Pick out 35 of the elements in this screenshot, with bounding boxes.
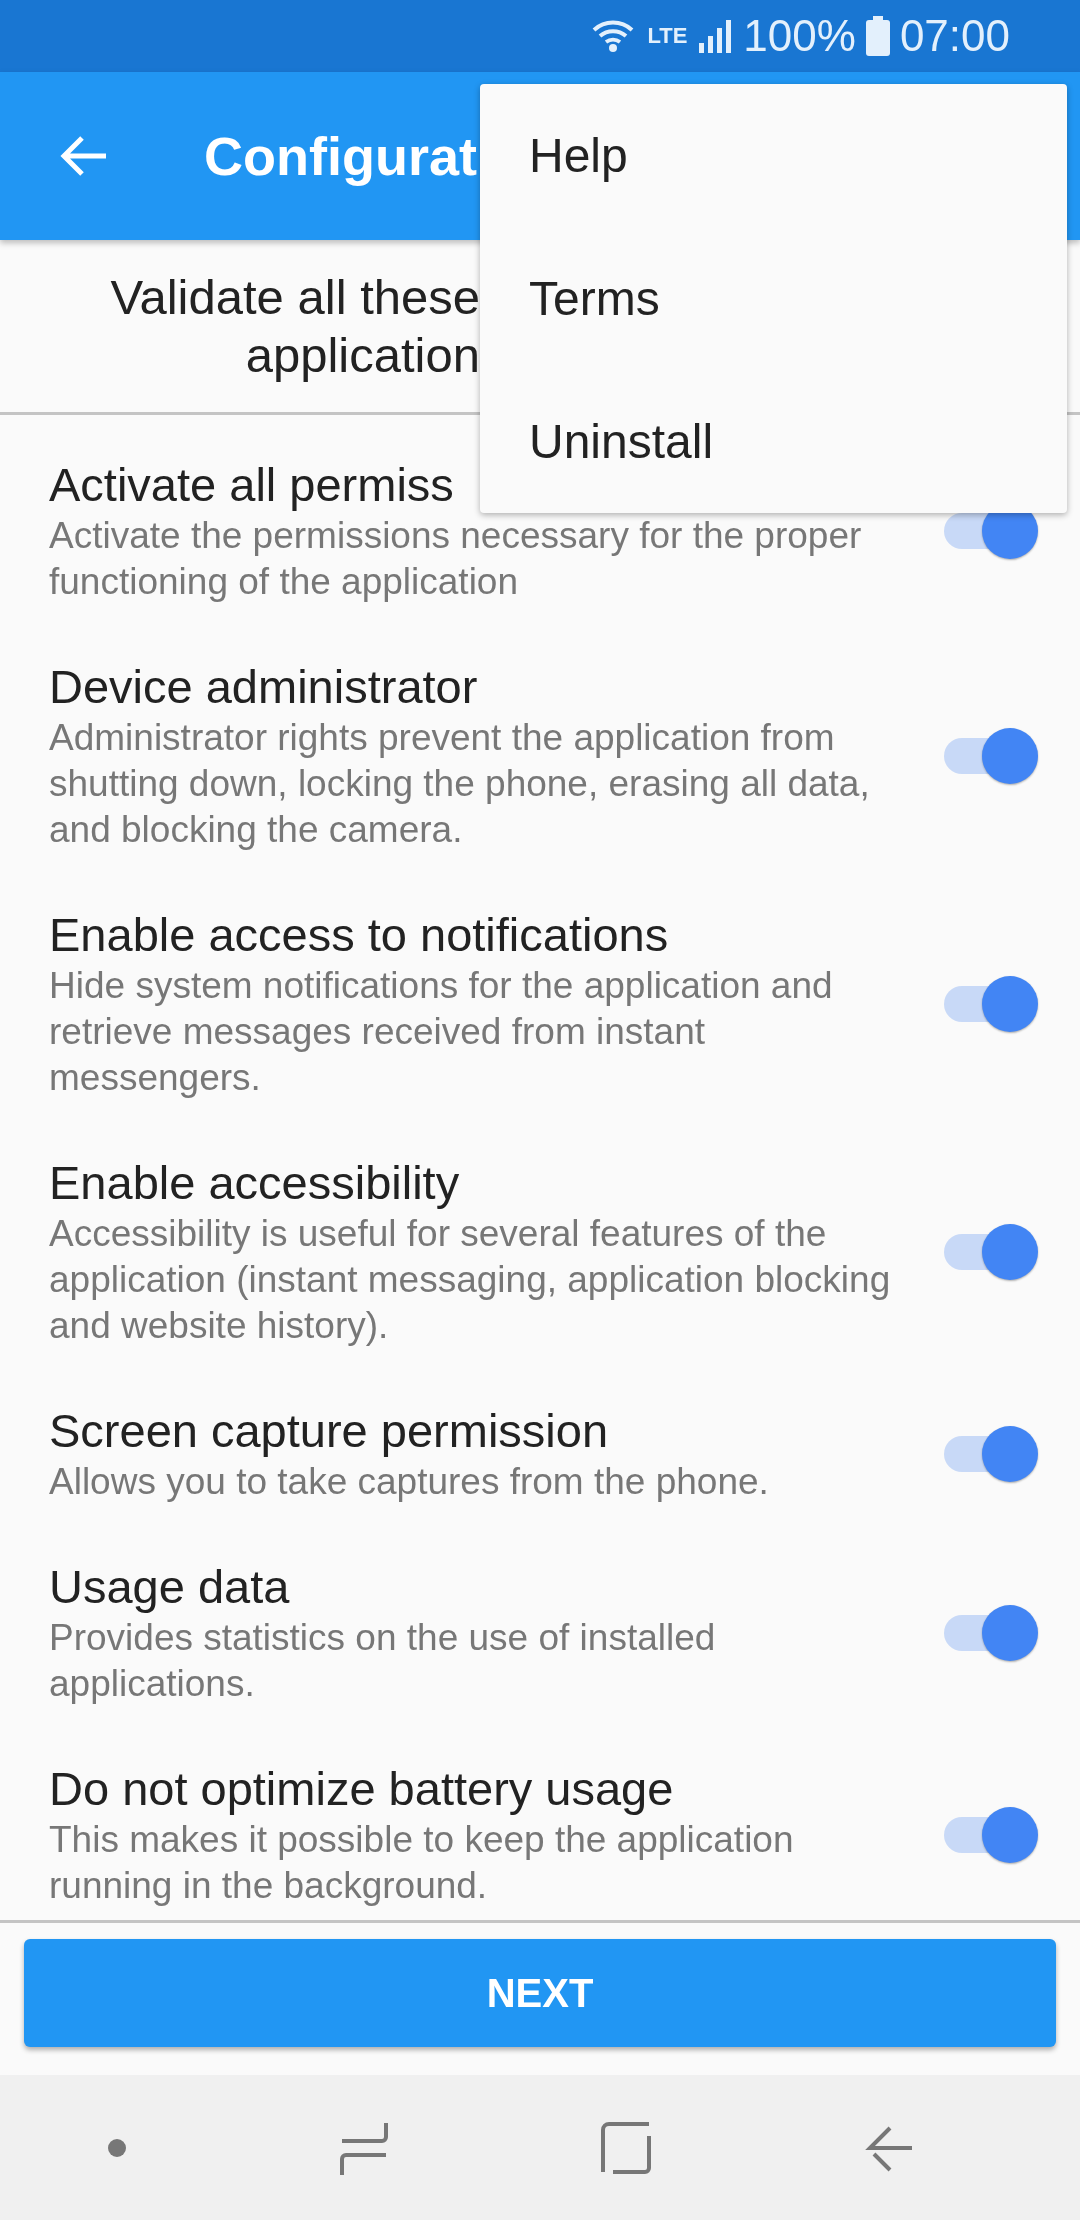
permission-title: Activate all permiss	[49, 457, 454, 513]
screen-title: Configurat	[204, 125, 477, 187]
permission-description: This makes it possible to keep the application running in the background.	[49, 1818, 795, 1908]
clock: 07:00	[899, 14, 1010, 58]
permission-description: Provides statistics on the use of installed applications.	[49, 1616, 717, 1706]
permission-toggle[interactable]	[944, 726, 1040, 786]
permission-title: Enable accessibility	[49, 1155, 460, 1211]
permission-toggle[interactable]	[944, 1805, 1040, 1865]
permission-toggle[interactable]	[944, 974, 1040, 1034]
network-type-label: LTE	[647, 25, 688, 47]
permission-toggle[interactable]	[944, 1603, 1040, 1663]
signal-icon	[697, 19, 734, 53]
permission-description: Administrator rights prevent the application from shutting down, locking the phone, erasing all data, and blocking the camera.	[49, 716, 871, 852]
permission-title: Enable access to notifications	[49, 907, 669, 963]
menu-item[interactable]: Help	[480, 84, 1067, 227]
permission-description: Activate the permissions necessary for the proper functioning of the application	[49, 514, 863, 604]
header-text: Validate all these	[110, 269, 480, 326]
menu-item[interactable]: Uninstall	[480, 370, 1067, 513]
home-icon[interactable]	[600, 2121, 651, 2174]
dot-icon[interactable]	[106, 2137, 127, 2158]
permission-description: Allows you to take captures from the phone.	[49, 1460, 770, 1504]
battery-percent: 100%	[743, 14, 856, 58]
battery-icon	[865, 16, 890, 56]
permission-title: Screen capture permission	[49, 1403, 609, 1459]
permission-title: Device administrator	[49, 659, 478, 715]
back-icon[interactable]	[58, 134, 108, 178]
header-text: application	[245, 327, 480, 384]
recent-apps-icon[interactable]	[339, 2120, 388, 2175]
permission-description: Hide system notifications for the application and retrieve messages received from instant messengers.	[49, 964, 834, 1100]
menu-item[interactable]: Terms	[480, 227, 1067, 370]
permission-title: Usage data	[49, 1559, 290, 1615]
permission-description: Accessibility is useful for several features of the application (instant messaging, application blocking and website history).	[49, 1212, 892, 1348]
permission-title: Do not optimize battery usage	[49, 1761, 674, 1817]
permission-toggle[interactable]	[944, 1424, 1040, 1484]
permission-toggle[interactable]	[944, 1222, 1040, 1282]
